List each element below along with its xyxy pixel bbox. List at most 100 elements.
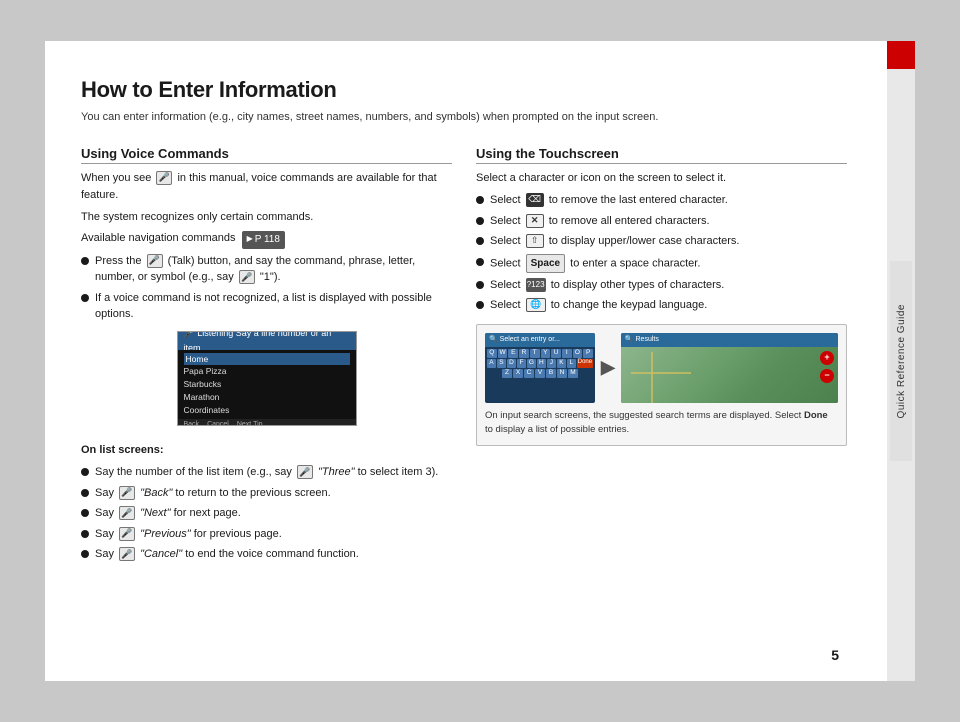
map-screen-header: 🔍 Results bbox=[621, 333, 838, 347]
ts-bullet-6: Select 🌐 to change the keypad language. bbox=[476, 297, 847, 314]
talk-icon-cancel: 🎤 bbox=[119, 547, 135, 561]
key-n: N bbox=[557, 369, 567, 378]
map-search-text: 🔍 Results bbox=[625, 334, 659, 345]
footer-cancel: Cancel bbox=[207, 419, 229, 425]
voice-bullet-1: Press the 🎤 (Talk) button, and say the c… bbox=[81, 253, 452, 286]
key-b: B bbox=[546, 369, 556, 378]
screenshot-header: 🎤 Listening Say a line number or an item bbox=[178, 332, 356, 350]
main-content: How to Enter Information You can enter i… bbox=[45, 41, 887, 681]
page-container: How to Enter Information You can enter i… bbox=[45, 41, 915, 681]
list-bullet-2: Say 🎤 "Back" to return to the previous s… bbox=[81, 485, 452, 502]
screenshot-item-1: Home bbox=[184, 353, 350, 366]
backspace-icon: ⌫ bbox=[526, 193, 544, 207]
talk-icon: 🎤 bbox=[156, 171, 172, 185]
key-r: R bbox=[519, 349, 529, 358]
right-column: Using the Touchscreen Select a character… bbox=[476, 146, 847, 567]
touchscreen-body: Select a character or icon on the screen… bbox=[476, 170, 847, 447]
key-k: K bbox=[557, 359, 566, 368]
key-w: W bbox=[498, 349, 508, 358]
page-number: 5 bbox=[831, 647, 839, 663]
key-s: S bbox=[497, 359, 506, 368]
bullet-dot-l4 bbox=[81, 530, 89, 538]
page-title: How to Enter Information bbox=[81, 77, 847, 103]
ts-bullet-1: Select ⌫ to remove the last entered char… bbox=[476, 192, 847, 209]
key-h: H bbox=[537, 359, 546, 368]
bullet-dot-2 bbox=[81, 294, 89, 302]
list-bullet-5: Say 🎤 "Cancel" to end the voice command … bbox=[81, 546, 452, 563]
screenshot-footer: Back Cancel Next Tip bbox=[178, 419, 356, 425]
sidebar-label: Quick Reference Guide bbox=[896, 304, 907, 418]
key-q: Q bbox=[487, 349, 497, 358]
map-plus-button: + bbox=[820, 351, 834, 365]
ts-bullet-5: Select ?123 to display other types of ch… bbox=[476, 277, 847, 294]
footer-next: Next Tip bbox=[237, 419, 263, 425]
key-m: M bbox=[568, 369, 578, 378]
key-a: A bbox=[487, 359, 496, 368]
voice-bullet-2: If a voice command is not recognized, a … bbox=[81, 290, 452, 323]
voice-commands-title: Using Voice Commands bbox=[81, 146, 452, 164]
talk-icon-next: 🎤 bbox=[119, 506, 135, 520]
list-bullet-1: Say the number of the list item (e.g., s… bbox=[81, 464, 452, 481]
bullet-dot-l5 bbox=[81, 550, 89, 558]
key-j: J bbox=[547, 359, 556, 368]
bullet-dot-l1 bbox=[81, 468, 89, 476]
key-x: X bbox=[513, 369, 523, 378]
key-u: U bbox=[551, 349, 561, 358]
map-minus-button: − bbox=[820, 369, 834, 383]
screenshot-list: Home Papa Pizza Starbucks Marathon Coord… bbox=[178, 350, 356, 420]
touchscreen-images: 🔍 Select an entry or... Q W E R T bbox=[485, 333, 838, 403]
voice-intro-line4: Available navigation commands P 118 bbox=[81, 230, 452, 248]
talk-icon-prev: 🎤 bbox=[119, 527, 135, 541]
key-c: C bbox=[524, 369, 534, 378]
key-done: Done bbox=[577, 359, 593, 368]
keyboard-screen: 🔍 Select an entry or... Q W E R T bbox=[485, 333, 595, 403]
key-g: G bbox=[527, 359, 536, 368]
ts-bullet-dot-5 bbox=[476, 281, 484, 289]
map-screen: 🔍 Results + − bbox=[621, 333, 838, 403]
list-bullet-4: Say 🎤 "Previous" for previous page. bbox=[81, 526, 452, 543]
ts-bullet-2: Select ✕ to remove all entered character… bbox=[476, 213, 847, 230]
key-t: T bbox=[530, 349, 540, 358]
ts-bullet-dot-2 bbox=[476, 217, 484, 225]
keyboard-row-1: Q W E R T Y U I O P bbox=[487, 349, 593, 358]
list-bullet-3: Say 🎤 "Next" for next page. bbox=[81, 505, 452, 522]
sidebar: Quick Reference Guide bbox=[887, 41, 915, 681]
on-list-bullets: Say the number of the list item (e.g., s… bbox=[81, 464, 452, 563]
two-column-layout: Using Voice Commands When you see 🎤 in t… bbox=[81, 146, 847, 567]
clear-icon: ✕ bbox=[526, 214, 544, 228]
touchscreen-intro: Select a character or icon on the screen… bbox=[476, 170, 847, 188]
key-e: E bbox=[508, 349, 518, 358]
bullet-dot-l2 bbox=[81, 489, 89, 497]
bullet-dot bbox=[81, 257, 89, 265]
key-v: V bbox=[535, 369, 545, 378]
screenshot-item-2: Papa Pizza bbox=[184, 365, 350, 378]
space-button: Space bbox=[526, 254, 565, 273]
talk-icon-2: 🎤 bbox=[147, 254, 163, 268]
left-column: Using Voice Commands When you see 🎤 in t… bbox=[81, 146, 452, 567]
ts-bullet-dot-6 bbox=[476, 301, 484, 309]
screenshot-item-5: Coordinates bbox=[184, 404, 350, 417]
voice-screenshot: 🎤 Listening Say a line number or an item… bbox=[177, 331, 357, 426]
keyboard-row-3: Z X C V B N M bbox=[487, 369, 593, 378]
keyboard-layout: Q W E R T Y U I O P bbox=[485, 347, 595, 381]
key-i: I bbox=[562, 349, 572, 358]
key-d: D bbox=[507, 359, 516, 368]
voice-bullet-list: Press the 🎤 (Talk) button, and say the c… bbox=[81, 253, 452, 323]
touchscreen-caption: On input search screens, the suggested s… bbox=[485, 409, 838, 438]
key-o: O bbox=[573, 349, 583, 358]
sidebar-tab[interactable]: Quick Reference Guide bbox=[890, 261, 912, 461]
talk-icon-list: 🎤 bbox=[297, 465, 313, 479]
touchscreen-image-box: 🔍 Select an entry or... Q W E R T bbox=[476, 324, 847, 447]
map-view: + − bbox=[621, 347, 838, 403]
bullet-dot-l3 bbox=[81, 509, 89, 517]
talk-icon-3: 🎤 bbox=[239, 270, 255, 284]
voice-intro-line3: The system recognizes only certain comma… bbox=[81, 209, 452, 227]
voice-commands-body: When you see 🎤 in this manual, voice com… bbox=[81, 170, 452, 563]
ts-bullet-3: Select ⇧ to display upper/lower case cha… bbox=[476, 233, 847, 250]
key-p: P bbox=[583, 349, 593, 358]
screenshot-item-4: Marathon bbox=[184, 391, 350, 404]
ts-bullet-dot-1 bbox=[476, 196, 484, 204]
footer-back: Back bbox=[184, 419, 200, 425]
key-f: F bbox=[517, 359, 526, 368]
case-icon: ⇧ bbox=[526, 234, 544, 248]
